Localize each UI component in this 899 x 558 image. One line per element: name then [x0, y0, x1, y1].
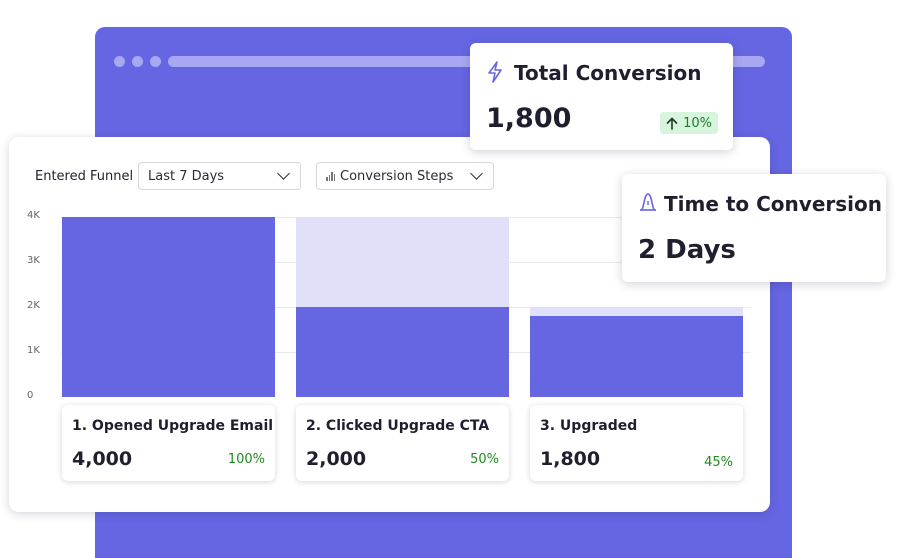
funnel-label: Entered Funnel	[35, 169, 134, 184]
arrow-up-icon	[666, 117, 678, 130]
change-value: 10%	[683, 115, 712, 131]
kpi-title: Time to Conversion	[664, 192, 882, 216]
change-badge: 10%	[660, 112, 718, 134]
bar-conversion[interactable]	[62, 217, 275, 397]
time-to-conversion-card: Time to Conversion 2 Days	[622, 174, 886, 282]
step-value: 2,000	[306, 448, 367, 470]
step-card-clicked-cta[interactable]: 2. Clicked Upgrade CTA 2,000 50%	[296, 405, 509, 481]
step-card-upgraded[interactable]: 3. Upgraded 1,800 45%	[530, 405, 743, 481]
step-value: 1,800	[540, 448, 601, 470]
step-value: 4,000	[72, 448, 133, 470]
step-title: 2. Clicked Upgrade CTA	[306, 418, 490, 434]
lightning-icon	[488, 61, 502, 83]
kpi-value: 1,800	[486, 103, 572, 134]
y-axis-tick-label: 1K	[27, 345, 40, 356]
step-percent: 100%	[227, 452, 265, 467]
y-axis-tick-label: 3K	[27, 255, 40, 266]
chevron-down-icon	[470, 167, 483, 180]
step-title: 3. Upgraded	[540, 418, 638, 434]
date-range-value: Last 7 Days	[148, 168, 225, 184]
bar-steps-icon	[326, 171, 335, 181]
y-axis-tick-label: 2K	[27, 300, 40, 311]
view-mode-value: Conversion Steps	[340, 168, 454, 184]
bar-conversion[interactable]	[530, 316, 743, 397]
total-conversion-card: Total Conversion 1,800 10%	[470, 43, 733, 150]
date-range-dropdown[interactable]: Last 7 Days	[138, 162, 301, 190]
window-dot	[114, 56, 125, 67]
kpi-title: Total Conversion	[514, 61, 702, 85]
step-percent: 45%	[704, 455, 733, 470]
window-dot	[150, 56, 161, 67]
bar-conversion[interactable]	[296, 307, 509, 397]
bell-curve-icon	[640, 193, 656, 211]
step-card-opened-email[interactable]: 1. Opened Upgrade Email 4,000 100%	[62, 405, 275, 481]
step-title: 1. Opened Upgrade Email	[72, 418, 274, 434]
step-percent: 50%	[470, 452, 499, 467]
y-axis-tick-label: 4K	[27, 210, 40, 221]
chevron-down-icon	[277, 167, 290, 180]
y-axis-tick-label: 0	[27, 390, 34, 401]
view-mode-dropdown[interactable]: Conversion Steps	[316, 162, 494, 190]
kpi-value: 2 Days	[638, 235, 736, 265]
window-dot	[132, 56, 143, 67]
